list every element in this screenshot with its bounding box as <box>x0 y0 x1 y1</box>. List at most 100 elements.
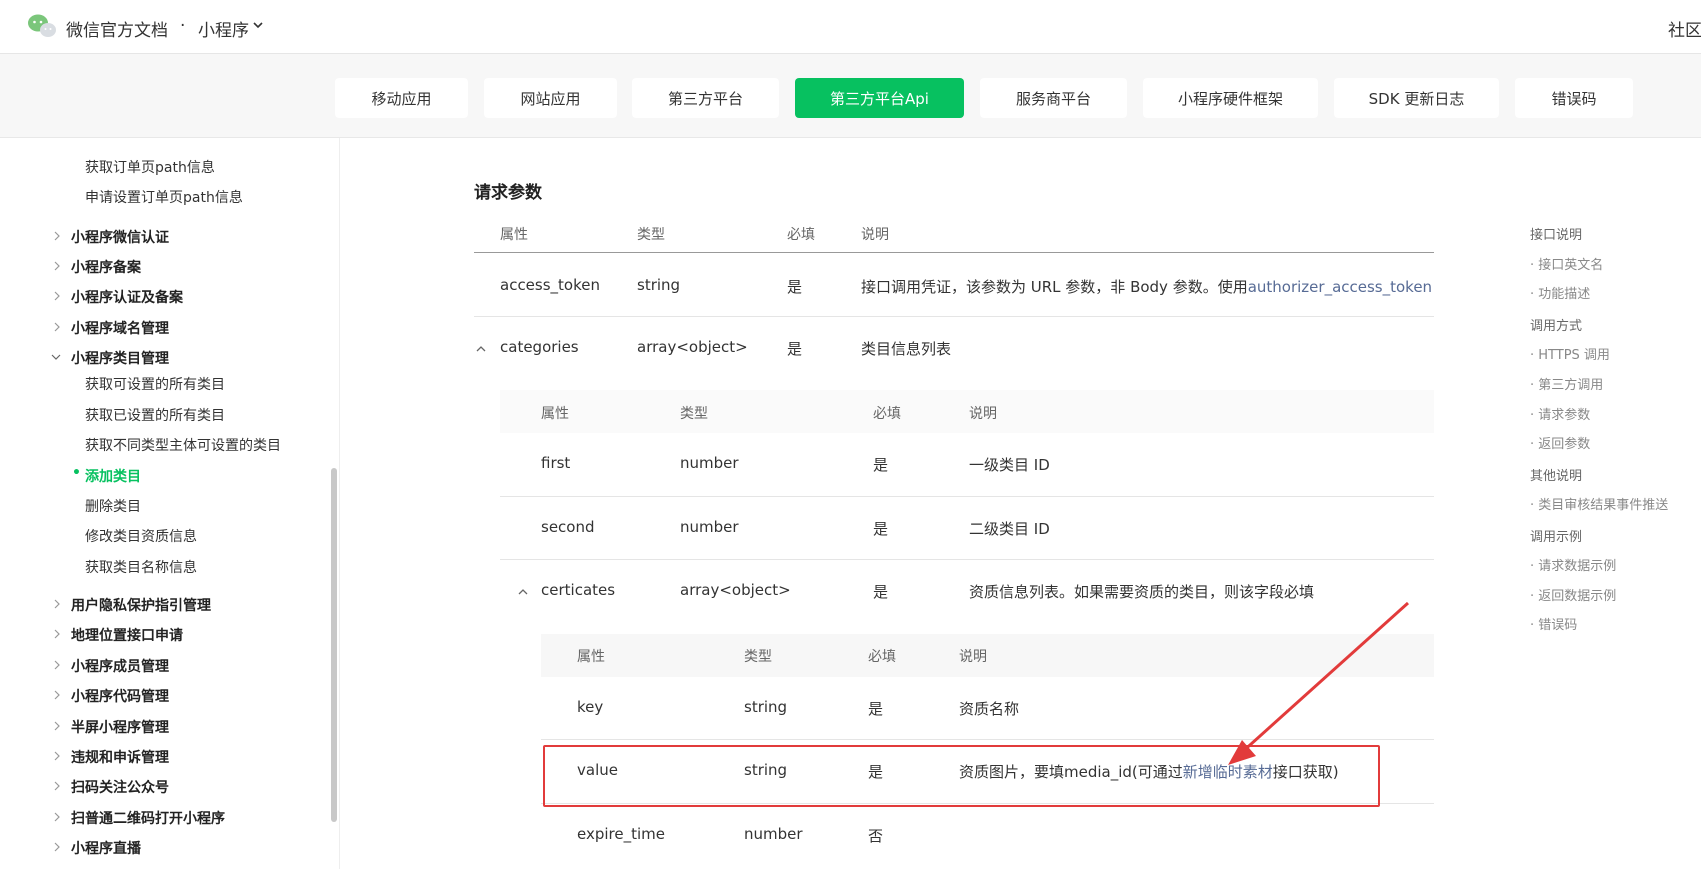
toc-item[interactable]: · 请求数据示例 <box>1530 555 1616 574</box>
sidebar-group[interactable]: 用户隐私保护指引管理 <box>71 595 211 615</box>
toc-item[interactable]: 调用方式 <box>1530 315 1582 334</box>
sidebar-group[interactable]: 地理位置接口申请 <box>71 625 183 645</box>
tab-service-provider[interactable]: 服务商平台 <box>980 78 1127 118</box>
param-required: 否 <box>868 827 884 845</box>
row-divider <box>500 496 1434 497</box>
col-header-required: 必填 <box>873 406 901 422</box>
sidebar-group[interactable]: 小程序认证及备案 <box>71 287 183 307</box>
param-desc-text: 接口调用凭证，该参数为 URL 参数，非 Body 参数。使用 <box>861 278 1248 296</box>
toc-item[interactable]: 接口说明 <box>1530 224 1582 243</box>
tab-third-party-platform[interactable]: 第三方平台 <box>632 78 779 118</box>
toc-item[interactable]: · 功能描述 <box>1530 283 1590 302</box>
toc-item[interactable]: · 返回数据示例 <box>1530 585 1616 604</box>
param-required: 是 <box>787 340 803 358</box>
toc-item[interactable]: 调用示例 <box>1530 526 1582 545</box>
sidebar-group[interactable]: 小程序域名管理 <box>71 318 169 338</box>
param-name[interactable]: certicates <box>541 581 615 599</box>
col-header-desc: 说明 <box>861 227 889 243</box>
community-link[interactable]: 社区 <box>1668 16 1701 41</box>
sidebar-group[interactable]: 违规和申诉管理 <box>71 747 169 767</box>
chevron-right-icon[interactable] <box>52 812 62 822</box>
param-type: string <box>637 276 681 294</box>
chevron-down-icon[interactable] <box>252 19 264 31</box>
col-header-attr: 属性 <box>577 649 605 665</box>
sidebar-group[interactable]: 小程序微信认证 <box>71 227 169 247</box>
toc-item[interactable]: · 第三方调用 <box>1530 374 1603 393</box>
authorizer-access-token-link[interactable]: authorizer_access_token <box>1248 278 1432 296</box>
sidebar-group[interactable]: 小程序代码管理 <box>71 686 169 706</box>
sidebar-group[interactable]: 小程序直播 <box>71 838 141 858</box>
col-header-desc: 说明 <box>959 649 987 665</box>
sidebar-scrollbar[interactable] <box>331 468 337 822</box>
section-title: 请求参数 <box>474 183 542 203</box>
col-header-attr: 属性 <box>500 227 528 243</box>
sidebar-item[interactable]: 获取不同类型主体可设置的类目 <box>85 435 281 455</box>
table-of-contents: 接口说明 · 接口英文名 · 功能描述 调用方式 · HTTPS 调用 · 第三… <box>1520 138 1701 869</box>
brand-title[interactable]: 微信官方文档 <box>66 16 168 41</box>
tab-website-app[interactable]: 网站应用 <box>484 78 617 118</box>
param-name[interactable]: categories <box>500 338 579 356</box>
header-separator: · <box>180 16 186 36</box>
sidebar-group[interactable]: 小程序备案 <box>71 257 141 277</box>
sidebar-item[interactable]: 申请设置订单页path信息 <box>85 187 243 207</box>
sidebar-item[interactable]: 删除类目 <box>85 496 141 516</box>
sidebar-group[interactable]: 扫普通二维码打开小程序 <box>71 808 225 828</box>
row-divider <box>500 559 1434 560</box>
col-header-desc: 说明 <box>969 406 997 422</box>
param-desc: 资质信息列表。如果需要资质的类目，则该字段必填 <box>969 583 1315 601</box>
sidebar-group-open[interactable]: 小程序类目管理 <box>71 348 169 368</box>
tab-error-codes[interactable]: 错误码 <box>1515 78 1633 118</box>
chevron-right-icon[interactable] <box>52 261 62 271</box>
col-header-required: 必填 <box>787 227 815 243</box>
toc-item[interactable]: · 返回参数 <box>1530 433 1590 452</box>
tab-mobile-app[interactable]: 移动应用 <box>335 78 468 118</box>
chevron-right-icon[interactable] <box>52 629 62 639</box>
param-name: access_token <box>500 276 600 294</box>
tab-sdk-changelog[interactable]: SDK 更新日志 <box>1334 78 1499 118</box>
chevron-right-icon[interactable] <box>52 599 62 609</box>
sidebar-item[interactable]: 修改类目资质信息 <box>85 526 197 546</box>
chevron-right-icon[interactable] <box>52 751 62 761</box>
chevron-right-icon[interactable] <box>52 781 62 791</box>
toc-item[interactable]: 其他说明 <box>1530 465 1582 484</box>
sidebar-item[interactable]: 获取订单页path信息 <box>85 157 215 177</box>
tab-hardware-framework[interactable]: 小程序硬件框架 <box>1143 78 1318 118</box>
toc-item[interactable]: · 错误码 <box>1530 614 1577 633</box>
chevron-right-icon[interactable] <box>52 660 62 670</box>
toc-item[interactable]: · 请求参数 <box>1530 404 1590 423</box>
sidebar-group[interactable]: 小程序成员管理 <box>71 656 169 676</box>
param-required: 是 <box>873 583 889 601</box>
nav-band: 移动应用 网站应用 第三方平台 第三方平台Api 服务商平台 小程序硬件框架 S… <box>0 54 1701 138</box>
sidebar-item-active[interactable]: 添加类目 <box>85 466 141 486</box>
sidebar-item[interactable]: 获取已设置的所有类目 <box>85 405 225 425</box>
param-type: array<object> <box>637 338 748 356</box>
toc-item[interactable]: · HTTPS 调用 <box>1530 344 1610 363</box>
chevron-right-icon[interactable] <box>52 231 62 241</box>
caret-up-icon[interactable] <box>517 586 529 598</box>
chevron-right-icon[interactable] <box>52 291 62 301</box>
tab-third-party-api[interactable]: 第三方平台Api <box>795 78 964 118</box>
chevron-right-icon[interactable] <box>52 842 62 852</box>
param-required: 是 <box>873 520 889 538</box>
param-name: expire_time <box>577 825 665 843</box>
product-selector[interactable]: 小程序 <box>198 16 249 41</box>
chevron-right-icon[interactable] <box>52 322 62 332</box>
toc-item[interactable]: · 类目审核结果事件推送 <box>1530 494 1668 513</box>
col-header-required: 必填 <box>868 649 896 665</box>
row-divider <box>541 739 1434 740</box>
sidebar-item[interactable]: 获取可设置的所有类目 <box>85 374 225 394</box>
param-desc: 接口调用凭证，该参数为 URL 参数，非 Body 参数。使用authorize… <box>861 276 1432 297</box>
chevron-right-icon[interactable] <box>52 721 62 731</box>
param-desc: 资质名称 <box>959 700 1020 718</box>
top-bar: 微信官方文档 · 小程序 社区 <box>0 0 1701 54</box>
active-dot: • <box>72 465 81 481</box>
caret-up-icon[interactable] <box>475 343 487 355</box>
toc-item[interactable]: · 接口英文名 <box>1530 254 1603 273</box>
sidebar-group[interactable]: 扫码关注公众号 <box>71 777 169 797</box>
chevron-down-icon[interactable] <box>51 352 61 362</box>
sidebar-group[interactable]: 半屏小程序管理 <box>71 717 169 737</box>
sidebar-item[interactable]: 获取类目名称信息 <box>85 557 197 577</box>
sidebar: 获取订单页path信息 申请设置订单页path信息 小程序微信认证 小程序备案 … <box>0 138 340 869</box>
chevron-right-icon[interactable] <box>52 690 62 700</box>
wechat-logo-icon[interactable] <box>27 13 57 39</box>
